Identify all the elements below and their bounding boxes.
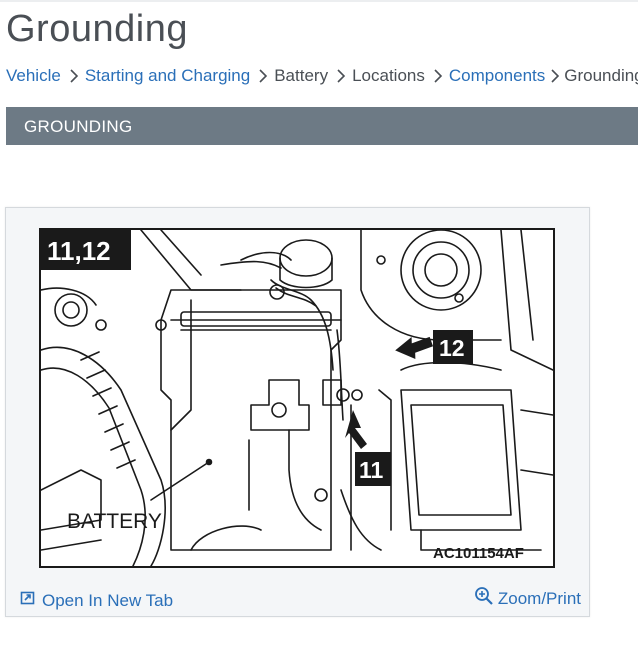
- breadcrumb-components[interactable]: Components: [449, 66, 545, 86]
- breadcrumb-starting-and-charging[interactable]: Starting and Charging: [85, 66, 250, 86]
- chevron-right-icon: [434, 65, 443, 87]
- chevron-right-icon: [337, 65, 346, 87]
- grounding-diagram[interactable]: 11,12 12 11 BATTERY AC101154AF: [39, 228, 555, 568]
- breadcrumb-locations: Locations: [352, 66, 425, 85]
- zoom-print-link[interactable]: Zoom/Print: [474, 586, 581, 611]
- callout-11: 11: [359, 457, 384, 483]
- zoom-in-icon: [474, 586, 494, 611]
- breadcrumb-vehicle[interactable]: Vehicle: [6, 66, 61, 86]
- figure-card: 11,12 12 11 BATTERY AC101154AF Open In N…: [5, 207, 590, 617]
- breadcrumb-battery: Battery: [274, 66, 329, 85]
- section-banner: GROUNDING: [6, 107, 638, 145]
- zoom-print-label: Zoom/Print: [497, 588, 581, 608]
- chevron-right-icon: [259, 65, 268, 87]
- top-border: [0, 0, 638, 2]
- engine-bay-illustration: 11,12 12 11 BATTERY AC101154AF: [41, 230, 553, 566]
- open-in-new-tab-label: Open In New Tab: [42, 590, 174, 610]
- open-in-new-tab-link[interactable]: Open In New Tab: [20, 590, 173, 611]
- breadcrumb-grounding: Grounding: [564, 66, 638, 85]
- open-external-icon: [20, 590, 36, 611]
- chevron-right-icon: [70, 65, 79, 87]
- breadcrumb: Vehicle Starting and Charging Battery Lo…: [6, 64, 638, 88]
- chevron-right-icon: [551, 65, 560, 87]
- section-heading: GROUNDING: [24, 117, 133, 136]
- battery-label: BATTERY: [67, 510, 162, 533]
- page-title: Grounding: [6, 8, 188, 50]
- callout-12: 12: [439, 335, 465, 361]
- figure-actions: Open In New Tab Zoom/Print: [6, 580, 589, 616]
- figure-code: AC101154AF: [433, 545, 524, 562]
- figure-view-label: 11,12: [47, 236, 111, 266]
